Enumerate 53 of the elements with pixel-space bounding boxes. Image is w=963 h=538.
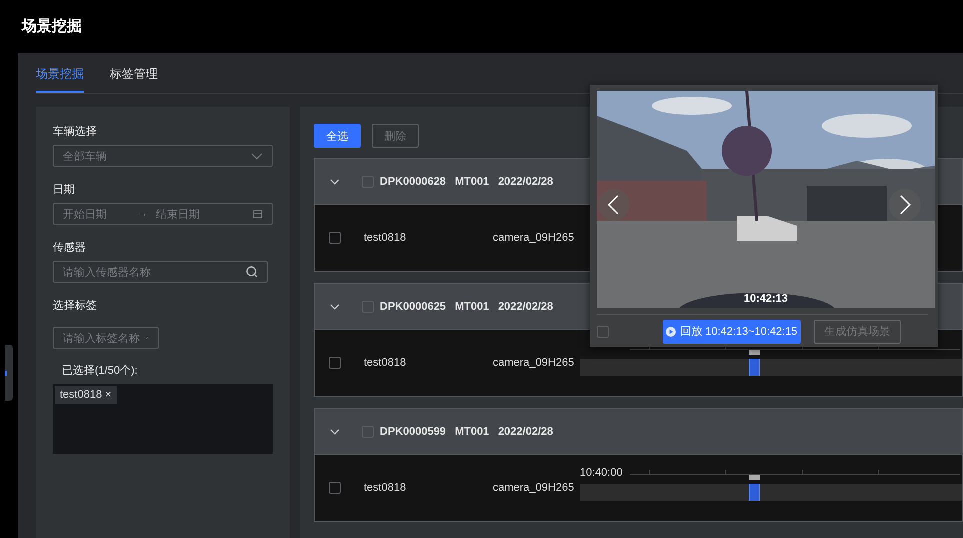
chevron-down-icon [144, 335, 149, 341]
tab[interactable]: 场景挖掘 [36, 53, 84, 93]
vehicle-select[interactable]: 全部车辆 [53, 145, 273, 167]
checkbox[interactable] [329, 357, 341, 369]
remove-tag-button[interactable]: × [105, 389, 112, 401]
group-header[interactable]: DPK0000599 MT001 2022/02/28 [315, 409, 962, 454]
replay-button[interactable]: 回放 10:42:13~10:42:15 [663, 320, 801, 344]
record-date: 2022/02/28 [498, 426, 554, 438]
sensor-name: camera_09H265 [493, 232, 576, 244]
timeline-segment[interactable] [749, 359, 760, 376]
timeline-handle[interactable] [749, 350, 760, 355]
app-title: 场景挖掘 [22, 17, 82, 36]
chevron-down-icon[interactable] [330, 178, 340, 184]
checkbox[interactable] [329, 482, 341, 494]
field-label: 车辆选择 [53, 125, 98, 139]
tag-name: test0818 [364, 357, 408, 369]
record-id: DPK0000625 [380, 300, 446, 312]
vehicle-id: MT001 [455, 426, 490, 438]
checkbox[interactable] [597, 326, 609, 338]
record-date: 2022/02/28 [498, 300, 554, 312]
timeline-segment[interactable] [749, 484, 760, 501]
timeline-track[interactable] [580, 484, 962, 501]
play-icon [666, 326, 676, 336]
collapse-handle[interactable] [5, 345, 13, 401]
selected-count-label: 已选择(1/50个): [62, 364, 139, 378]
field-label: 选择标签 [53, 299, 98, 313]
date-range-field[interactable]: 开始日期 → 结束日期 [53, 203, 273, 225]
sensor-name: camera_09H265 [493, 482, 576, 494]
record-date: 2022/02/28 [498, 176, 554, 188]
tag-name: test0818 [364, 232, 408, 244]
tag-name: test0818 [364, 482, 408, 494]
timeline-handle[interactable] [749, 475, 760, 480]
vehicle-id: MT001 [455, 300, 490, 312]
tag-select[interactable]: 请输入标签名称 [53, 327, 159, 349]
timeline-start-time: 10:40:00 [580, 467, 623, 479]
search-icon [246, 266, 258, 278]
checkbox[interactable] [329, 232, 341, 244]
chevron-down-icon[interactable] [330, 428, 340, 434]
chevron-down-icon[interactable] [330, 304, 340, 310]
sensor-search-field[interactable]: 请输入传感器名称 [53, 261, 268, 283]
field-label: 日期 [53, 183, 76, 197]
select-all-button[interactable]: 全选 [314, 124, 361, 148]
tag-label: test0818 [60, 389, 102, 401]
record-id: DPK0000628 [380, 176, 446, 188]
vehicle-id: MT001 [455, 176, 490, 188]
calendar-icon [253, 209, 263, 219]
field-label: 传感器 [53, 241, 87, 255]
chevron-down-icon [251, 152, 263, 160]
timeline-track[interactable] [580, 359, 962, 376]
record-id: DPK0000599 [380, 426, 446, 438]
tab[interactable]: 标签管理 [110, 53, 158, 93]
sensor-name: camera_09H265 [493, 357, 576, 369]
video-timestamp: 10:42:13 [742, 293, 790, 305]
